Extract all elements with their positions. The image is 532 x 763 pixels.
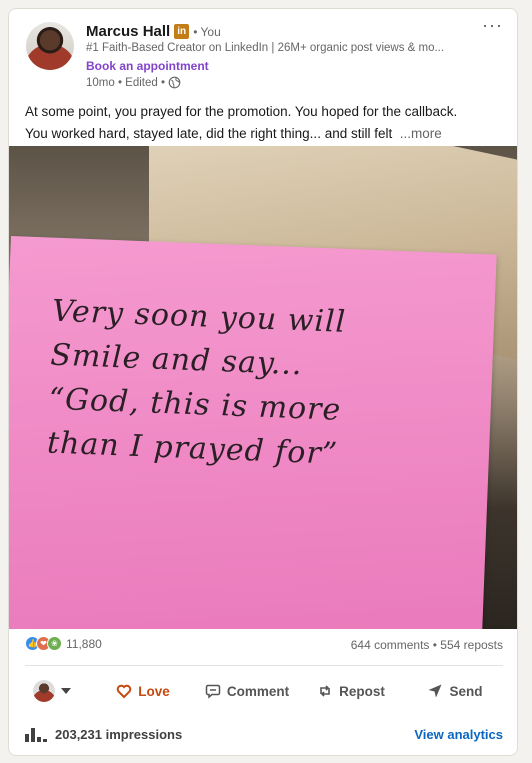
support-icon: ❀ bbox=[47, 636, 62, 651]
impressions: 203,231 impressions bbox=[25, 727, 182, 742]
post-image[interactable]: Very soon you will Smile and say... “God… bbox=[9, 146, 517, 629]
divider bbox=[25, 665, 503, 666]
post-text-line-2-body: You worked hard, stayed late, did the ri… bbox=[25, 126, 393, 141]
post-time-edited: 10mo • Edited • bbox=[86, 76, 166, 89]
comment-icon bbox=[205, 684, 221, 699]
love-label: Love bbox=[138, 683, 170, 699]
author-avatar[interactable] bbox=[26, 22, 74, 70]
more-options-icon[interactable]: ··· bbox=[482, 15, 503, 36]
author-name-row: Marcus Hall in • You bbox=[86, 23, 221, 40]
sticky-note: Very soon you will Smile and say... “God… bbox=[9, 236, 497, 629]
reaction-count[interactable]: 11,880 bbox=[66, 637, 102, 651]
repost-label: Repost bbox=[339, 683, 385, 699]
see-more-link[interactable]: ...more bbox=[400, 126, 442, 141]
bar-chart-icon bbox=[25, 727, 47, 742]
post-text-line-2: You worked hard, stayed late, did the ri… bbox=[25, 123, 505, 145]
you-label: • You bbox=[193, 24, 221, 39]
actor-avatar bbox=[33, 680, 55, 702]
author-headline: #1 Faith-Based Creator on LinkedIn | 26M… bbox=[86, 42, 445, 54]
globe-icon bbox=[168, 76, 181, 89]
sticky-note-text: Very soon you will Smile and say... “God… bbox=[46, 290, 472, 482]
repost-button[interactable]: Repost bbox=[299, 673, 403, 709]
chevron-down-icon bbox=[61, 688, 71, 694]
linkedin-premium-icon: in bbox=[174, 24, 190, 39]
send-label: Send bbox=[449, 683, 483, 699]
book-appointment-link[interactable]: Book an appointment bbox=[86, 59, 209, 73]
action-bar: Love Comment Repost Send bbox=[21, 671, 507, 711]
post-header: Marcus Hall in • You #1 Faith-Based Crea… bbox=[9, 9, 517, 101]
impressions-count: 203,231 impressions bbox=[55, 727, 183, 742]
post-text: At some point, you prayed for the promot… bbox=[25, 101, 505, 145]
send-button[interactable]: Send bbox=[403, 673, 507, 709]
love-icon bbox=[116, 684, 132, 699]
repost-icon bbox=[320, 685, 330, 697]
send-icon bbox=[428, 684, 442, 698]
love-button[interactable]: Love bbox=[91, 673, 195, 709]
comment-button[interactable]: Comment bbox=[195, 673, 299, 709]
comment-label: Comment bbox=[226, 683, 290, 699]
post-meta: 10mo • Edited • bbox=[86, 76, 181, 89]
post-footer: 203,231 impressions View analytics bbox=[25, 727, 503, 747]
comments-reposts-count[interactable]: 644 comments • 554 reposts bbox=[351, 638, 503, 652]
post-text-line-1: At some point, you prayed for the promot… bbox=[25, 104, 458, 119]
view-analytics-link[interactable]: View analytics bbox=[414, 727, 503, 742]
reactions-summary[interactable]: 👍 ❤ ❀ 11,880 bbox=[25, 636, 102, 651]
author-name[interactable]: Marcus Hall bbox=[86, 23, 170, 40]
social-counts: 👍 ❤ ❀ 11,880 644 comments • 554 reposts bbox=[25, 636, 503, 656]
actor-switcher[interactable] bbox=[21, 680, 91, 702]
post-card: Marcus Hall in • You #1 Faith-Based Crea… bbox=[8, 8, 518, 756]
